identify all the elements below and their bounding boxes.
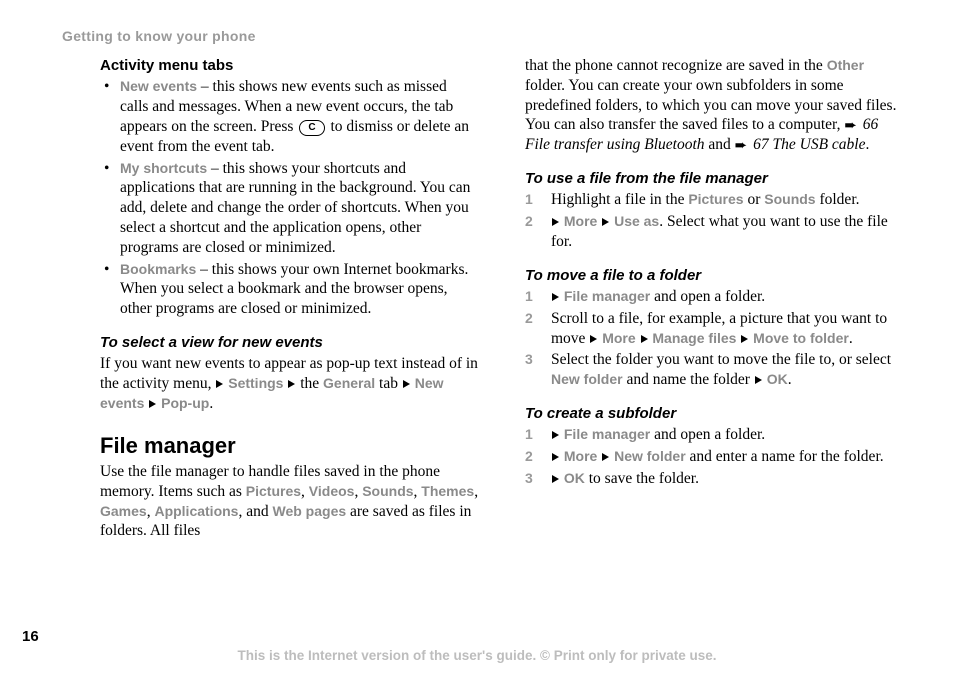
- ui-sounds: Sounds: [764, 191, 815, 207]
- ui-sounds: Sounds: [362, 483, 413, 499]
- ui-settings: Settings: [228, 375, 283, 391]
- text: or: [744, 191, 765, 208]
- list-item: More New folder and enter a name for the…: [525, 447, 904, 467]
- xref-arrow-icon: ➨: [735, 139, 748, 154]
- nav-arrow-icon: [755, 376, 762, 384]
- ui-other: Other: [827, 57, 864, 73]
- heading-create-subfolder: To create a subfolder: [525, 404, 904, 423]
- nav-arrow-icon: [288, 380, 295, 388]
- column-left: Activity menu tabs New events – this sho…: [100, 56, 479, 541]
- ui-games: Games: [100, 503, 147, 519]
- text: Highlight a file in the: [551, 191, 688, 208]
- list-item: File manager and open a folder.: [525, 425, 904, 445]
- text: that the phone cannot recognize are save…: [525, 57, 827, 74]
- list-item: OK to save the folder.: [525, 469, 904, 489]
- key-c-icon: C: [299, 120, 324, 136]
- list-item: Select the folder you want to move the f…: [525, 350, 904, 390]
- use-file-steps: Highlight a file in the Pictures or Soun…: [525, 190, 904, 251]
- ui-file-manager: File manager: [564, 288, 650, 304]
- ui-bookmarks: Bookmarks: [120, 261, 196, 277]
- list-item: New events – this shows new events such …: [100, 77, 479, 156]
- nav-arrow-icon: [590, 335, 597, 343]
- content-columns: Activity menu tabs New events – this sho…: [40, 56, 914, 541]
- ui-ok: OK: [767, 371, 788, 387]
- column-right: that the phone cannot recognize are save…: [525, 56, 904, 541]
- ui-file-manager: File manager: [564, 426, 650, 442]
- nav-arrow-icon: [741, 335, 748, 343]
- text: tab: [375, 375, 402, 392]
- ui-pictures: Pictures: [246, 483, 301, 499]
- ui-new-events: New events: [120, 78, 197, 94]
- text: the: [296, 375, 323, 392]
- chapter-title: Getting to know your phone: [62, 28, 914, 44]
- heading-use-file: To use a file from the file manager: [525, 169, 904, 188]
- ui-more: More: [564, 213, 597, 229]
- heading-file-manager: File manager: [100, 432, 479, 460]
- ui-ok: OK: [564, 470, 585, 486]
- nav-arrow-icon: [602, 453, 609, 461]
- ui-my-shortcuts: My shortcuts: [120, 160, 207, 176]
- text: , and: [238, 503, 272, 520]
- nav-arrow-icon: [552, 293, 559, 301]
- text: folder. You can create your own subfolde…: [525, 77, 896, 134]
- nav-arrow-icon: [403, 380, 410, 388]
- text: to save the folder.: [585, 470, 699, 487]
- footer-text: This is the Internet version of the user…: [0, 648, 954, 663]
- text: folder.: [816, 191, 860, 208]
- text: and open a folder.: [650, 426, 765, 443]
- xref-arrow-icon: ➨: [844, 119, 857, 134]
- heading-activity-tabs: Activity menu tabs: [100, 56, 479, 75]
- ui-new-folder: New folder: [614, 448, 686, 464]
- list-item: Highlight a file in the Pictures or Soun…: [525, 190, 904, 210]
- text: and: [705, 136, 735, 153]
- nav-arrow-icon: [216, 380, 223, 388]
- nav-arrow-icon: [552, 475, 559, 483]
- nav-arrow-icon: [552, 453, 559, 461]
- nav-arrow-icon: [552, 431, 559, 439]
- paragraph: Use the file manager to handle files sav…: [100, 462, 479, 541]
- nav-arrow-icon: [149, 400, 156, 408]
- activity-tabs-list: New events – this shows new events such …: [100, 77, 479, 319]
- page-number: 16: [22, 628, 39, 645]
- ui-more: More: [602, 330, 635, 346]
- list-item: More Use as. Select what you want to use…: [525, 212, 904, 252]
- list-item: My shortcuts – this shows your shortcuts…: [100, 159, 479, 258]
- text: and enter a name for the folder.: [686, 448, 884, 465]
- ui-general: General: [323, 375, 375, 391]
- nav-arrow-icon: [602, 218, 609, 226]
- paragraph: If you want new events to appear as pop-…: [100, 354, 479, 413]
- xref: 67 The USB cable: [753, 136, 865, 153]
- text: and name the folder: [623, 371, 754, 388]
- ui-web-pages: Web pages: [272, 503, 346, 519]
- list-item: Scroll to a file, for example, a picture…: [525, 309, 904, 349]
- nav-arrow-icon: [641, 335, 648, 343]
- nav-arrow-icon: [552, 218, 559, 226]
- move-file-steps: File manager and open a folder. Scroll t…: [525, 287, 904, 390]
- ui-use-as: Use as: [614, 213, 659, 229]
- text: Select the folder you want to move the f…: [551, 351, 891, 368]
- ui-videos: Videos: [309, 483, 355, 499]
- ui-new-folder: New folder: [551, 371, 623, 387]
- heading-select-view: To select a view for new events: [100, 333, 479, 352]
- ui-pictures: Pictures: [688, 191, 743, 207]
- ui-more: More: [564, 448, 597, 464]
- ui-applications: Applications: [154, 503, 238, 519]
- ui-themes: Themes: [421, 483, 474, 499]
- ui-pop-up: Pop-up: [161, 395, 209, 411]
- ui-move-to-folder: Move to folder: [753, 330, 849, 346]
- ui-manage-files: Manage files: [652, 330, 736, 346]
- heading-move-file: To move a file to a folder: [525, 266, 904, 285]
- list-item: Bookmarks – this shows your own Internet…: [100, 260, 479, 319]
- list-item: File manager and open a folder.: [525, 287, 904, 307]
- text: and open a folder.: [650, 288, 765, 305]
- create-subfolder-steps: File manager and open a folder. More New…: [525, 425, 904, 488]
- paragraph: that the phone cannot recognize are save…: [525, 56, 904, 155]
